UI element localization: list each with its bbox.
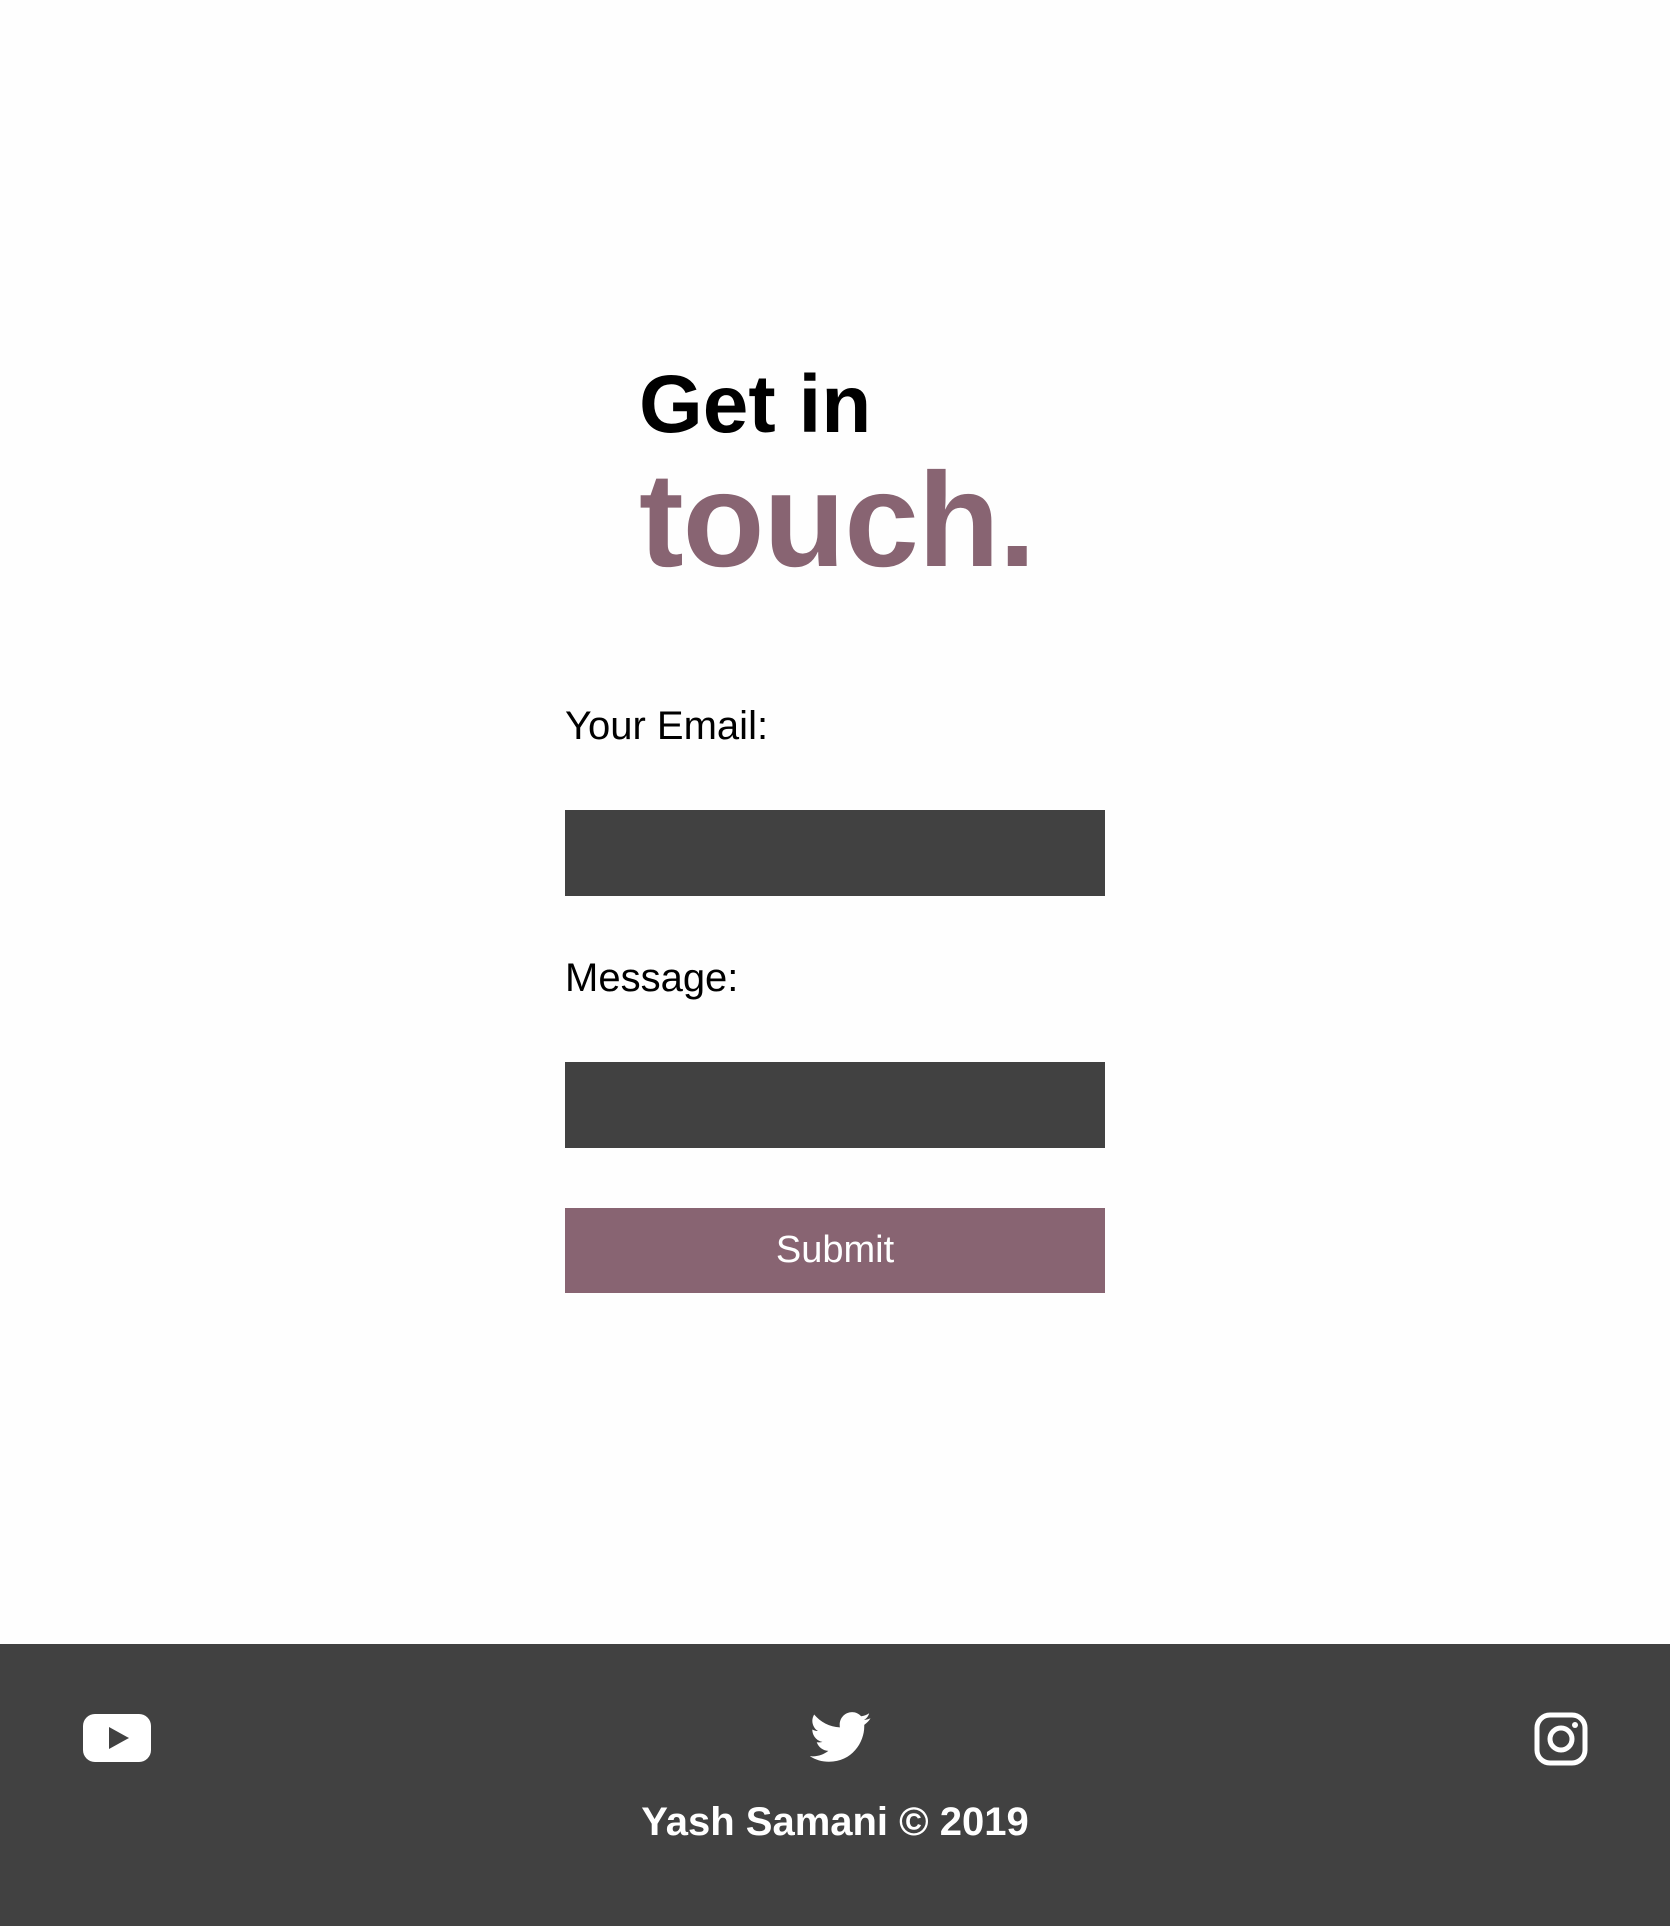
message-field[interactable] [565,1062,1105,1148]
message-label: Message: [565,956,739,1000]
contact-page: Get in touch. Your Email: Message: Submi… [0,0,1670,1926]
instagram-link[interactable] [1534,1712,1588,1771]
youtube-icon [83,1714,151,1762]
page-heading: Get in touch. [639,359,1036,595]
email-label: Your Email: [565,704,769,748]
email-field[interactable] [565,810,1105,896]
youtube-link[interactable] [83,1714,151,1767]
heading-line-touch: touch. [639,446,1036,595]
twitter-icon [809,1712,871,1762]
footer: Yash Samani © 2019 [0,1644,1670,1926]
submit-button[interactable]: Submit [565,1208,1105,1293]
heading-line-get-in: Get in [639,359,872,450]
copyright-text: Yash Samani © 2019 [641,1800,1029,1844]
twitter-link[interactable] [809,1712,872,1769]
instagram-icon [1534,1712,1588,1766]
